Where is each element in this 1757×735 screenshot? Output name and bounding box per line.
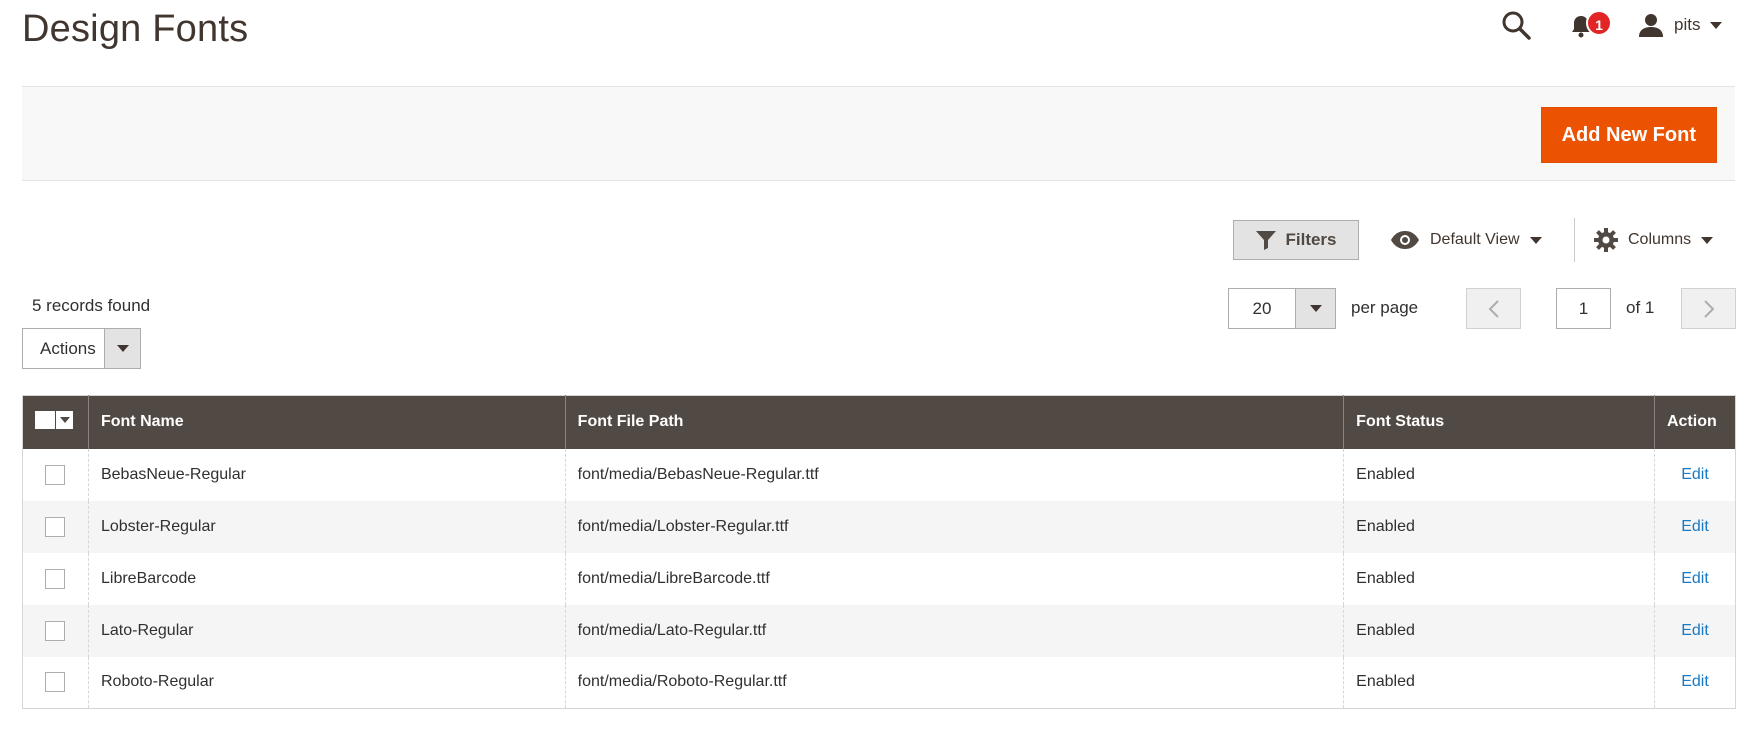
- row-checkbox[interactable]: [45, 464, 66, 485]
- search-icon[interactable]: [1500, 9, 1532, 41]
- chevron-left-icon: [1488, 299, 1499, 318]
- row-checkbox[interactable]: [45, 516, 66, 537]
- row-select-cell: [22, 656, 89, 709]
- font-path-cell: font/media/BebasNeue-Regular.ttf: [564, 448, 1344, 501]
- mass-select-header: [22, 395, 89, 449]
- mass-select-toggle[interactable]: [55, 410, 73, 429]
- table-row: Lobster-Regular font/media/Lobster-Regul…: [22, 500, 1736, 553]
- chevron-down-icon: [1309, 305, 1322, 312]
- filter-icon: [1256, 231, 1277, 250]
- action-cell: Edit: [1653, 448, 1736, 501]
- page-title: Design Fonts: [22, 8, 249, 50]
- total-pages-label: of 1: [1626, 298, 1655, 317]
- notification-count-badge: 1: [1586, 10, 1612, 36]
- records-found-count: 5 records found: [32, 296, 151, 315]
- edit-link[interactable]: Edit: [1681, 622, 1709, 639]
- font-status-cell: Enabled: [1343, 500, 1655, 553]
- table-row: Lato-Regular font/media/Lato-Regular.ttf…: [22, 604, 1736, 657]
- filters-button[interactable]: Filters: [1233, 220, 1359, 260]
- row-select-cell: [22, 604, 89, 657]
- font-path-cell: font/media/LibreBarcode.ttf: [564, 552, 1344, 605]
- chevron-down-icon: [1529, 236, 1542, 244]
- font-path-cell: font/media/Lato-Regular.ttf: [564, 604, 1344, 657]
- mass-select-dropdown[interactable]: [35, 410, 73, 429]
- font-path-cell: font/media/Lobster-Regular.ttf: [564, 500, 1344, 553]
- columns-button[interactable]: Columns: [1594, 220, 1714, 260]
- edit-link[interactable]: Edit: [1681, 673, 1709, 690]
- font-status-cell: Enabled: [1343, 656, 1655, 709]
- current-page-input[interactable]: 1: [1556, 288, 1611, 329]
- font-name-cell: BebasNeue-Regular: [87, 448, 566, 501]
- row-checkbox[interactable]: [45, 568, 66, 589]
- user-menu[interactable]: pits: [1638, 10, 1723, 40]
- view-switcher[interactable]: Default View: [1390, 220, 1542, 260]
- font-status-cell: Enabled: [1343, 448, 1655, 501]
- font-name-cell: Roboto-Regular: [87, 656, 566, 709]
- font-status-cell: Enabled: [1343, 552, 1655, 605]
- toolbar-divider: [1574, 218, 1575, 262]
- mass-actions-dropdown[interactable]: Actions: [22, 328, 141, 369]
- mass-actions-label: Actions: [40, 339, 96, 358]
- table-row: BebasNeue-Regular font/media/BebasNeue-R…: [22, 448, 1736, 501]
- edit-link[interactable]: Edit: [1681, 570, 1709, 587]
- chevron-down-icon: [116, 345, 129, 352]
- font-name-cell: LibreBarcode: [87, 552, 566, 605]
- per-page-select[interactable]: 20: [1228, 288, 1336, 329]
- action-cell: Edit: [1653, 500, 1736, 553]
- per-page-value: 20: [1252, 299, 1272, 318]
- previous-page-button[interactable]: [1466, 288, 1521, 329]
- user-icon: [1639, 14, 1663, 37]
- view-label: Default View: [1430, 231, 1520, 248]
- chevron-down-icon: [1701, 236, 1714, 244]
- per-page-label: per page: [1351, 298, 1419, 317]
- edit-link[interactable]: Edit: [1681, 518, 1709, 535]
- next-page-button[interactable]: [1681, 288, 1736, 329]
- font-path-cell: font/media/Roboto-Regular.ttf: [564, 656, 1344, 709]
- eye-icon: [1391, 231, 1419, 249]
- grid-header-row: Font Name Font File Path Font Status Act…: [22, 395, 1736, 449]
- user-name: pits: [1674, 15, 1701, 34]
- column-header-font-status[interactable]: Font Status: [1343, 395, 1655, 449]
- row-select-cell: [22, 500, 89, 553]
- action-cell: Edit: [1653, 604, 1736, 657]
- columns-label: Columns: [1628, 231, 1692, 248]
- action-cell: Edit: [1653, 656, 1736, 709]
- edit-link[interactable]: Edit: [1681, 466, 1709, 483]
- column-header-action: Action: [1653, 395, 1736, 449]
- chevron-down-icon: [1710, 21, 1723, 29]
- font-name-cell: Lobster-Regular: [87, 500, 566, 553]
- font-name-cell: Lato-Regular: [87, 604, 566, 657]
- filters-label: Filters: [1285, 230, 1337, 249]
- row-checkbox[interactable]: [45, 620, 66, 641]
- fonts-grid: Font Name Font File Path Font Status Act…: [22, 395, 1736, 709]
- row-select-cell: [22, 448, 89, 501]
- action-cell: Edit: [1653, 552, 1736, 605]
- per-page-toggle[interactable]: [1295, 289, 1335, 328]
- select-all-checkbox[interactable]: [35, 410, 55, 429]
- column-header-font-file-path[interactable]: Font File Path: [564, 395, 1344, 449]
- chevron-down-icon: [59, 416, 70, 423]
- table-row: Roboto-Regular font/media/Roboto-Regular…: [22, 656, 1736, 709]
- row-select-cell: [22, 552, 89, 605]
- row-checkbox[interactable]: [45, 672, 66, 693]
- mass-actions-toggle[interactable]: [104, 329, 140, 368]
- column-header-font-name[interactable]: Font Name: [87, 395, 566, 449]
- table-row: LibreBarcode font/media/LibreBarcode.ttf…: [22, 552, 1736, 605]
- font-status-cell: Enabled: [1343, 604, 1655, 657]
- gear-icon: [1594, 228, 1618, 252]
- page-actions-bar: Add New Font: [22, 86, 1735, 181]
- chevron-right-icon: [1703, 299, 1714, 318]
- add-new-font-button[interactable]: Add New Font: [1540, 107, 1717, 163]
